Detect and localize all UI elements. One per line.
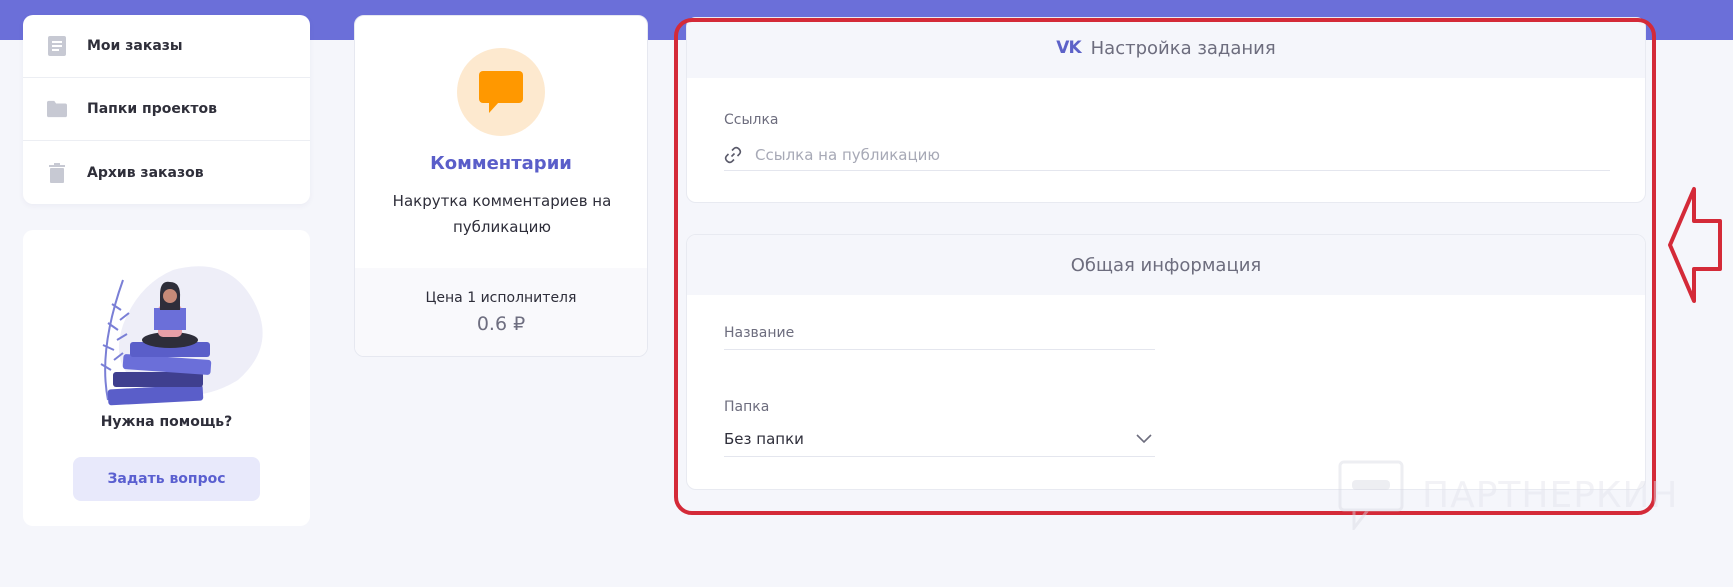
folder-icon bbox=[47, 99, 67, 119]
watermark-text: ПАРТНЕРКИН bbox=[1422, 474, 1679, 516]
service-description: Накрутка комментариев на публикацию bbox=[392, 192, 612, 236]
watermark: ПАРТНЕРКИН bbox=[1338, 460, 1678, 530]
left-arrow-annotation bbox=[1668, 187, 1722, 303]
comment-icon bbox=[479, 71, 523, 113]
service-icon-circle bbox=[457, 48, 545, 136]
service-price-area: Цена 1 исполнителя 0.6 ₽ bbox=[355, 268, 647, 356]
sidebar-item-label: Папки проектов bbox=[87, 101, 217, 117]
highlight-frame bbox=[674, 18, 1656, 515]
sidebar-menu: Мои заказы Папки проектов Архив заказов bbox=[23, 15, 310, 204]
help-title: Нужна помощь? bbox=[100, 414, 233, 430]
sidebar-item-label: Мои заказы bbox=[87, 38, 183, 54]
price-label: Цена 1 исполнителя bbox=[425, 290, 577, 306]
sidebar-item-order-archive[interactable]: Архив заказов bbox=[23, 141, 310, 204]
sidebar-item-label: Архив заказов bbox=[87, 164, 204, 181]
sidebar-item-my-orders[interactable]: Мои заказы bbox=[23, 15, 310, 78]
sidebar-item-project-folders[interactable]: Папки проектов bbox=[23, 78, 310, 141]
service-card: Комментарии Накрутка комментариев на пуб… bbox=[354, 15, 648, 357]
price-value: 0.6 ₽ bbox=[476, 313, 526, 335]
ask-question-button[interactable]: Задать вопрос bbox=[73, 457, 260, 501]
trash-icon bbox=[47, 162, 67, 183]
help-card: Нужна помощь? Задать вопрос bbox=[23, 230, 310, 526]
document-icon bbox=[47, 36, 67, 56]
watermark-logo-icon bbox=[1338, 460, 1404, 530]
service-title: Комментарии bbox=[430, 153, 572, 174]
reading-person-illustration bbox=[100, 266, 263, 406]
